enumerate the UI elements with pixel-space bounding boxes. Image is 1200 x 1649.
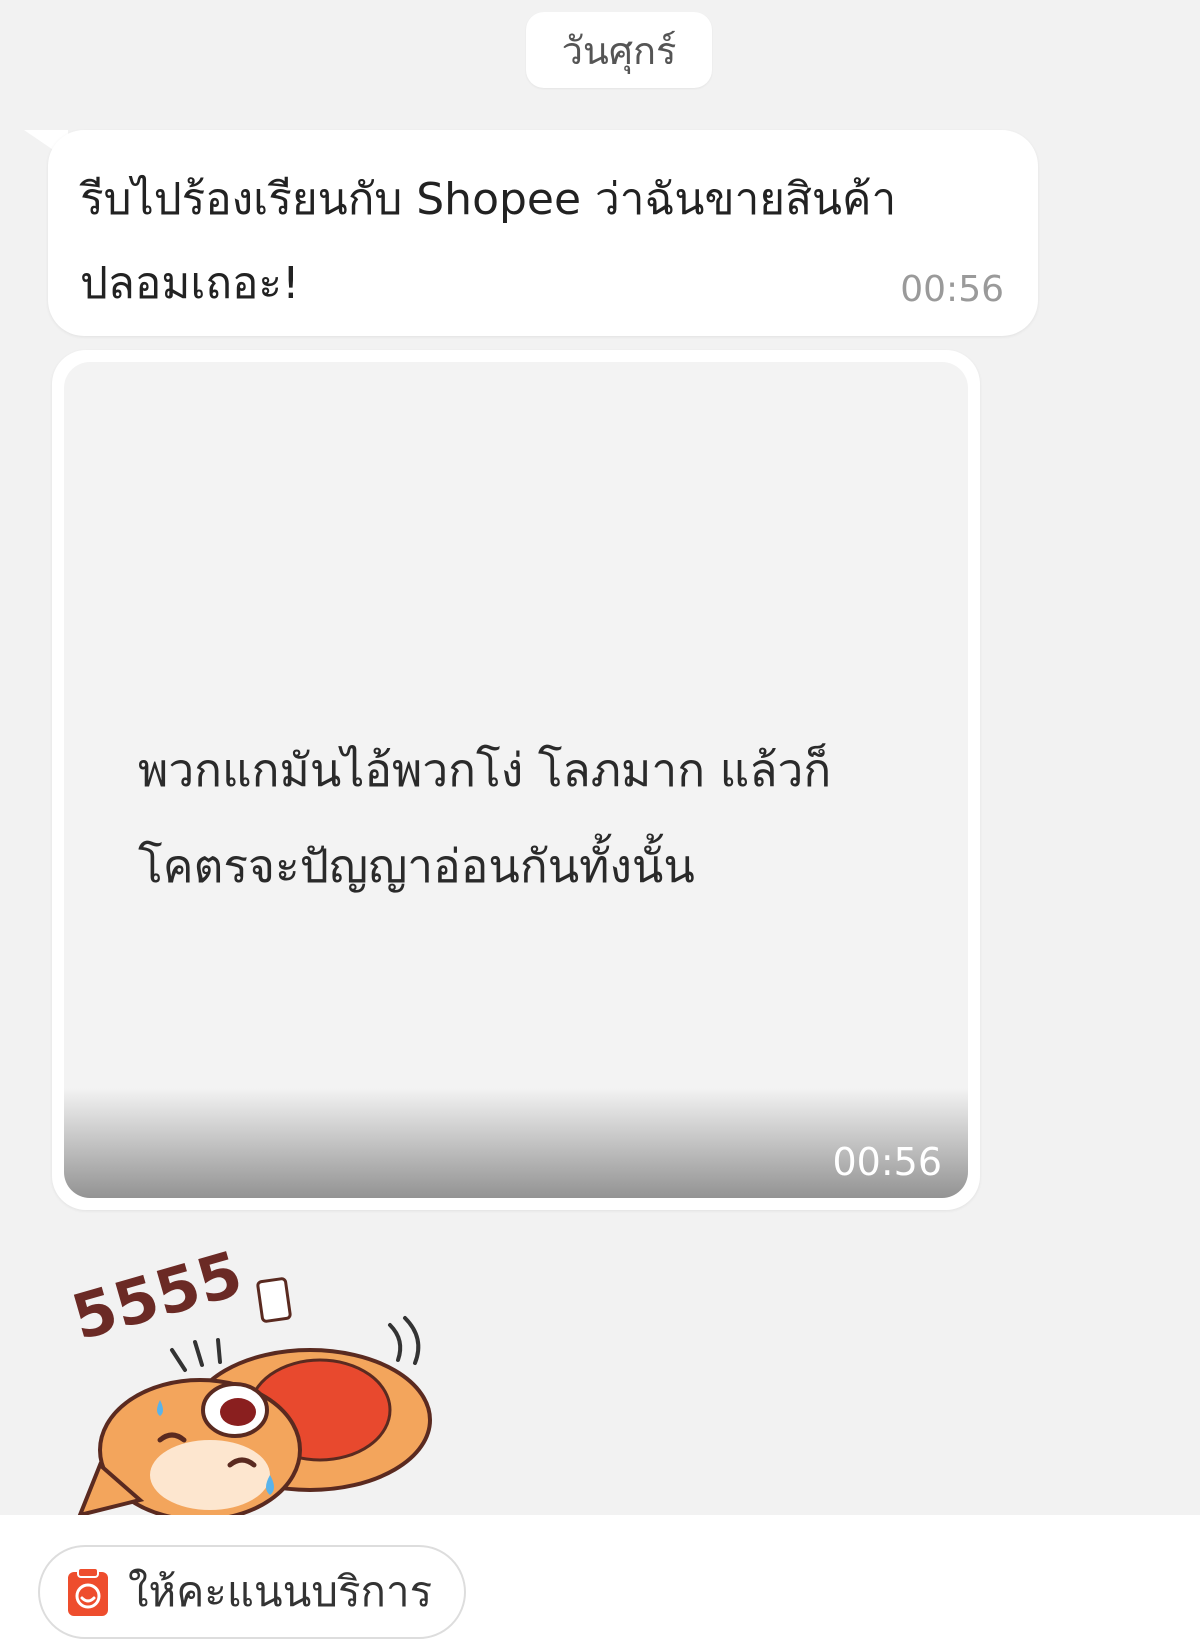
date-label: วันศุกร์ (561, 28, 677, 73)
message-text-line-1: รีบไปร้องเรียนกับ Shopee ว่าฉันขายสินค้า (80, 174, 897, 225)
rate-service-icon (68, 1567, 108, 1616)
rate-service-label: ให้คะแนนบริการ (128, 1567, 433, 1616)
chat-area: วันศุกร์ รีบไปร้องเรียนกับ Shopee ว่าฉัน… (0, 0, 1200, 1515)
image-preview[interactable]: พวกแกมันไอ้พวกโง่ โลภมาก แล้วก็ โคตรจะปั… (64, 362, 968, 1198)
image-message-time: 00:56 (832, 1140, 942, 1184)
image-text: พวกแกมันไอ้พวกโง่ โลภมาก แล้วก็ โคตรจะปั… (138, 722, 938, 914)
message-text-line-2: ปลอมเถอะ! (80, 258, 300, 309)
sticker-graphic: 5555 (64, 1250, 432, 1515)
message-bubble[interactable]: รีบไปร้องเรียนกับ Shopee ว่าฉันขายสินค้า… (48, 130, 1038, 336)
rate-service-button[interactable]: ให้คะแนนบริการ (38, 1545, 466, 1639)
message-time: 00:56 (900, 269, 1004, 310)
image-text-line-2: โคตรจะปัญญาอ่อนกันทั้งนั้น (138, 839, 695, 893)
message-text: รีบไปร้องเรียนกับ Shopee ว่าฉันขายสินค้า… (80, 158, 1020, 326)
image-message[interactable]: พวกแกมันไอ้พวกโง่ โลภมาก แล้วก็ โคตรจะปั… (52, 350, 980, 1210)
bottom-bar: ให้คะแนนบริการ (0, 1515, 1200, 1649)
sticker-text: 5555 (64, 1250, 250, 1354)
laughing-fox-sticker[interactable]: 5555 (60, 1250, 480, 1515)
image-text-line-1: พวกแกมันไอ้พวกโง่ โลภมาก แล้วก็ (138, 743, 832, 797)
date-separator: วันศุกร์ (526, 12, 712, 88)
